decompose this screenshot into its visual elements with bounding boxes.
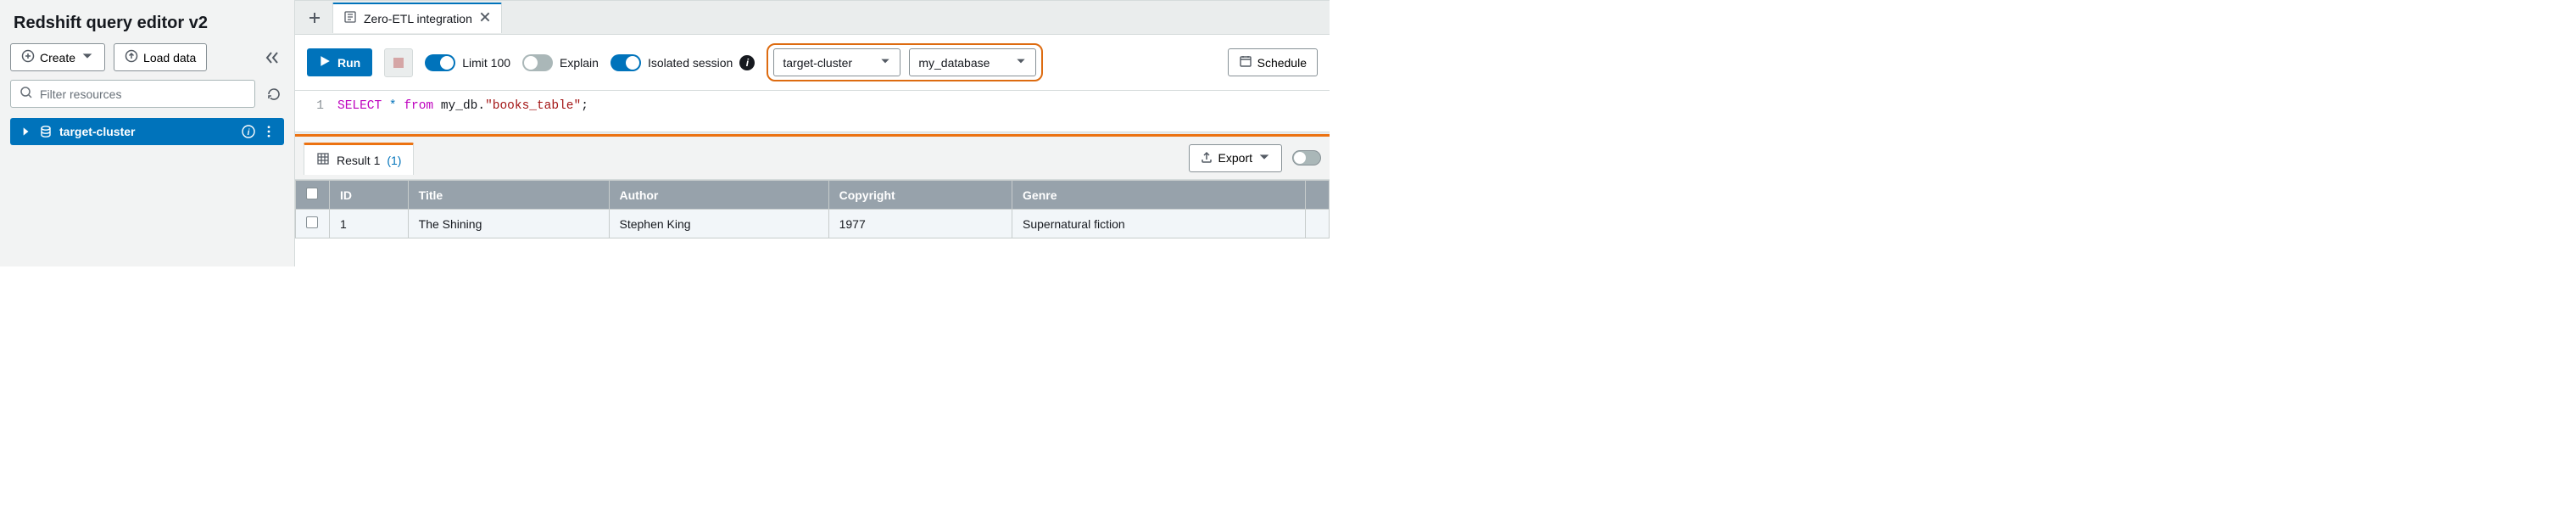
svg-text:i: i [248,128,250,137]
search-icon [20,86,33,102]
limit-toggle[interactable] [425,54,455,71]
chevron-right-icon [19,125,32,138]
info-icon[interactable]: i [739,55,755,70]
cell-copyright: 1977 [828,210,1012,238]
table-header-row: ID Title Author Copyright Genre [296,181,1330,210]
create-button[interactable]: Create [10,43,105,71]
load-data-button[interactable]: Load data [114,43,207,71]
results-table: ID Title Author Copyright Genre 1 The Sh… [295,180,1330,238]
result-tab-label: Result 1 [337,154,380,167]
cluster-icon [39,125,53,138]
cluster-select[interactable]: target-cluster [773,48,900,76]
caret-down-icon [879,55,891,70]
col-title[interactable]: Title [408,181,609,210]
info-circle-icon[interactable]: i [242,125,255,138]
explain-toggle[interactable] [522,54,553,71]
table-row[interactable]: 1 The Shining Stephen King 1977 Supernat… [296,210,1330,238]
editor-gutter: 1 [295,98,337,115]
col-genre[interactable]: Genre [1012,181,1306,210]
caret-down-icon [1257,150,1271,166]
play-icon [319,55,331,70]
refresh-button[interactable] [264,84,284,104]
cell-title: The Shining [408,210,609,238]
upload-icon [125,49,138,65]
tab-bar: Zero-ETL integration [295,1,1330,35]
connection-selectors: target-cluster my_database [767,43,1043,81]
sql-editor[interactable]: 1 SELECT * from my_db."books_table"; [295,91,1330,132]
results-header: Result 1 (1) Export [295,137,1330,180]
filter-resources-input[interactable] [40,87,246,101]
result-tab[interactable]: Result 1 (1) [304,143,414,175]
result-count: (1) [387,154,401,167]
schedule-label: Schedule [1257,56,1307,70]
tab-label: Zero-ETL integration [364,12,472,25]
sql-icon [343,10,357,26]
results-panel: Result 1 (1) Export [295,134,1330,266]
kebab-menu-icon[interactable] [262,125,276,138]
export-icon [1200,150,1213,166]
app-title: Redshift query editor v2 [10,8,284,43]
stop-button[interactable] [384,48,413,77]
cell-id: 1 [330,210,409,238]
chart-toggle[interactable] [1292,150,1321,165]
isolated-label: Isolated session [648,56,733,70]
close-tab-button[interactable] [479,11,491,25]
export-label: Export [1218,151,1252,165]
new-tab-button[interactable] [300,3,329,32]
editor-line[interactable]: SELECT * from my_db."books_table"; [337,98,588,115]
collapse-sidebar-button[interactable] [260,46,284,70]
isolated-session-toggle[interactable] [611,54,641,71]
explain-label: Explain [560,56,599,70]
load-data-label: Load data [143,51,196,64]
stop-icon [393,58,404,68]
table-icon [316,152,330,168]
row-select[interactable] [296,210,330,238]
query-toolbar: Run Limit 100 Explain Isolated session i… [295,35,1330,91]
sidebar: Redshift query editor v2 Create Load dat… [0,0,295,266]
export-button[interactable]: Export [1189,144,1282,172]
limit-label: Limit 100 [462,56,510,70]
select-all-header[interactable] [296,181,330,210]
sidebar-item-target-cluster[interactable]: target-cluster i [10,118,284,145]
cell-genre: Supernatural fiction [1012,210,1306,238]
line-number: 1 [295,99,324,113]
col-copyright[interactable]: Copyright [828,181,1012,210]
col-spacer [1306,181,1330,210]
run-button[interactable]: Run [307,48,372,76]
plus-circle-icon [21,49,35,65]
create-label: Create [40,51,75,64]
cluster-select-value: target-cluster [783,56,852,70]
col-author[interactable]: Author [609,181,828,210]
tab-zero-etl[interactable]: Zero-ETL integration [332,3,502,33]
caret-down-icon [1015,55,1027,70]
schedule-button[interactable]: Schedule [1228,48,1318,76]
calendar-icon [1239,54,1252,70]
cell-author: Stephen King [609,210,828,238]
filter-resources-input-wrapper[interactable] [10,80,255,108]
main-panel: Zero-ETL integration Run Limit 100 [295,0,1330,266]
run-label: Run [337,56,360,70]
cluster-label: target-cluster [59,125,135,138]
database-select-value: my_database [918,56,990,70]
col-id[interactable]: ID [330,181,409,210]
database-select[interactable]: my_database [909,48,1036,76]
caret-down-icon [81,49,94,65]
